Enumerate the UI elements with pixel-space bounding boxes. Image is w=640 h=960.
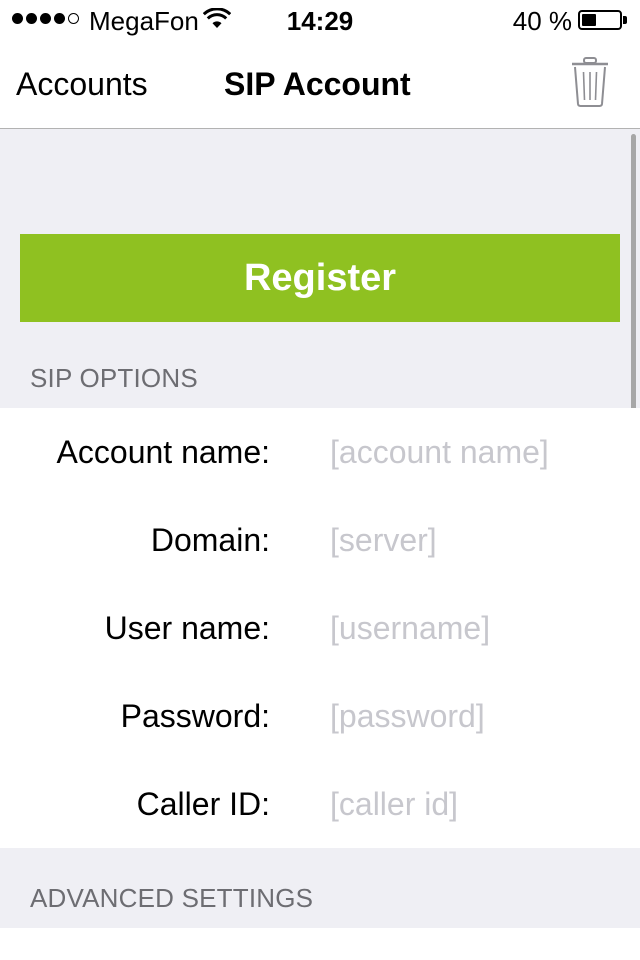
section-header-sip-options: SIP OPTIONS [30, 363, 198, 393]
battery-icon [578, 10, 622, 30]
caller-id-field[interactable] [330, 784, 620, 824]
back-button[interactable]: Accounts [16, 66, 148, 102]
advanced-settings-group [0, 928, 640, 960]
account-name-field[interactable] [330, 432, 620, 472]
navigation-bar: Accounts SIP Account [0, 40, 640, 129]
domain-field[interactable] [330, 520, 620, 560]
password-field[interactable] [330, 696, 620, 736]
trash-icon[interactable] [570, 56, 610, 108]
sip-options-group: Account name: Domain: User name: Passwor… [0, 408, 640, 848]
row-domain: Domain: [0, 496, 640, 584]
row-caller-id: Caller ID: [0, 760, 640, 848]
battery-level [582, 14, 596, 26]
row-user-name: User name: [0, 584, 640, 672]
caller-id-label: Caller ID: [136, 786, 270, 822]
row-password: Password: [0, 672, 640, 760]
account-name-label: Account name: [56, 434, 270, 470]
password-label: Password: [120, 698, 270, 734]
register-button[interactable]: Register [20, 234, 620, 322]
section-header-advanced-settings: ADVANCED SETTINGS [30, 883, 314, 913]
status-bar: MegaFon 14:29 40 % [0, 0, 640, 40]
domain-label: Domain: [150, 522, 270, 558]
page-title: SIP Account [224, 66, 411, 102]
battery-percent: 40 % [512, 6, 572, 36]
user-name-field[interactable] [330, 608, 620, 648]
row-account-name: Account name: [0, 408, 640, 496]
user-name-label: User name: [104, 610, 270, 646]
battery-nub [623, 16, 627, 24]
